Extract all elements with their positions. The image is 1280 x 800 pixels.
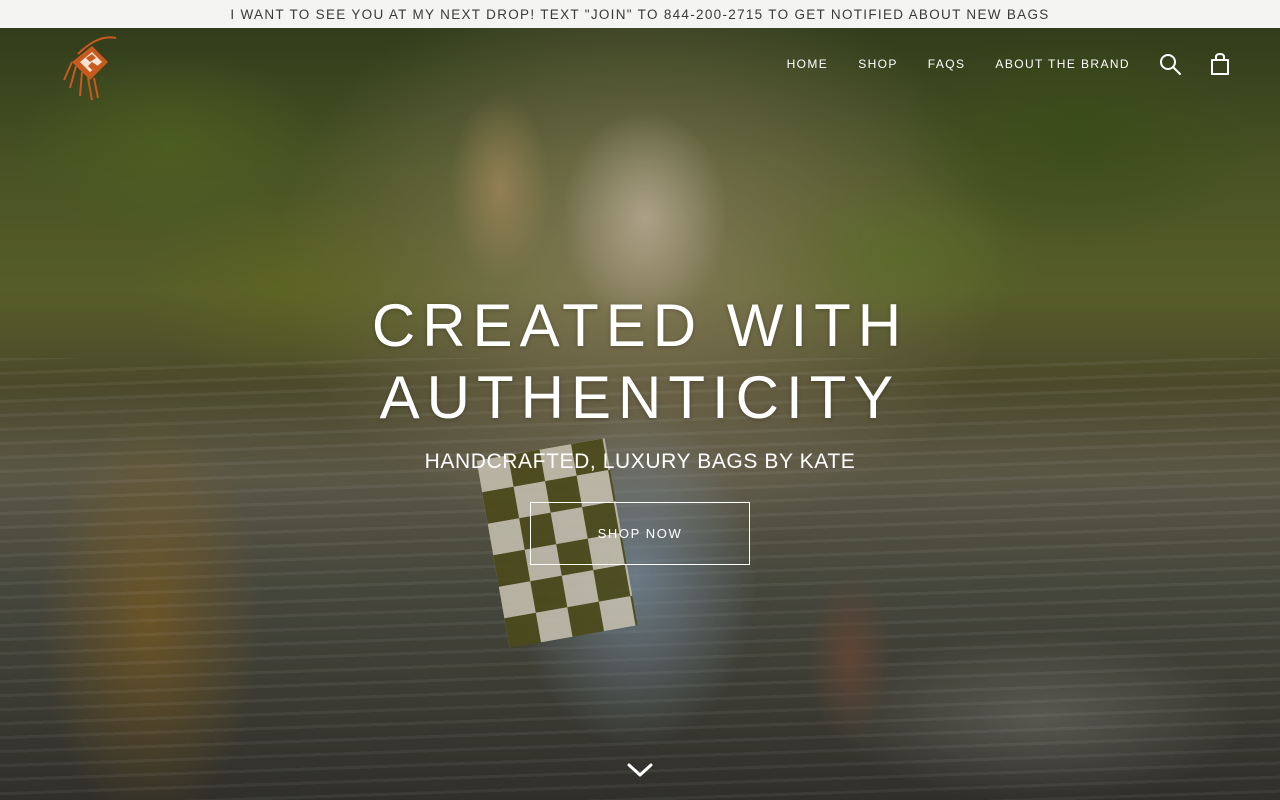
site-header: HOME SHOP FAQS ABOUT THE BRAND <box>0 28 1280 102</box>
hero-subtitle: HANDCRAFTED, LUXURY BAGS BY KATE <box>424 450 856 473</box>
chevron-down-icon[interactable] <box>626 760 654 780</box>
cart-icon[interactable] <box>1208 52 1232 76</box>
nav-home[interactable]: HOME <box>787 57 829 71</box>
hero-title-line1: CREATED WITH <box>371 292 909 359</box>
nav-shop[interactable]: SHOP <box>858 57 898 71</box>
nav-about-the-brand[interactable]: ABOUT THE BRAND <box>995 57 1130 71</box>
announcement-text: I WANT TO SEE YOU AT MY NEXT DROP! TEXT … <box>230 6 1050 22</box>
hero-title: CREATED WITH AUTHENTICITY <box>372 290 908 434</box>
shop-now-button[interactable]: SHOP NOW <box>530 502 750 565</box>
hero-content: CREATED WITH AUTHENTICITY HANDCRAFTED, L… <box>0 290 1280 565</box>
announcement-bar: I WANT TO SEE YOU AT MY NEXT DROP! TEXT … <box>0 0 1280 28</box>
nav-faqs[interactable]: FAQS <box>928 57 966 71</box>
brand-logo[interactable] <box>58 32 120 102</box>
search-icon[interactable] <box>1158 52 1182 76</box>
main-nav: HOME SHOP FAQS ABOUT THE BRAND <box>787 28 1130 100</box>
hero-title-line2: AUTHENTICITY <box>379 364 901 431</box>
tassel-bag-logo-icon <box>63 36 117 101</box>
